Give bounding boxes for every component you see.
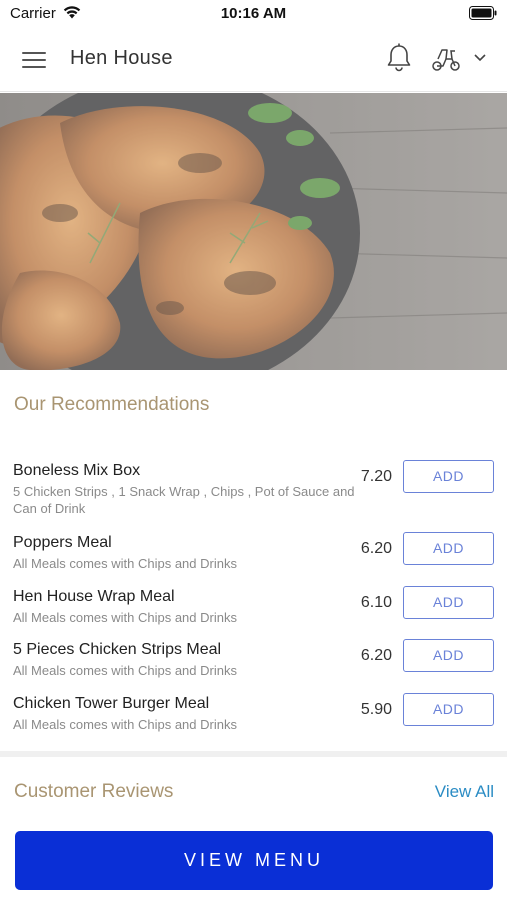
battery-icon xyxy=(469,6,497,20)
item-price: 5.90 xyxy=(360,701,392,718)
item-price: 6.20 xyxy=(360,647,392,664)
hero-image xyxy=(0,93,507,370)
bell-icon[interactable] xyxy=(384,42,414,74)
add-button[interactable]: ADD xyxy=(403,532,494,565)
reviews-title: Customer Reviews xyxy=(14,781,174,802)
item-description: All Meals comes with Chips and Drinks xyxy=(13,717,237,732)
view-menu-button[interactable]: VIEW MENU xyxy=(15,831,493,890)
view-all-link[interactable]: View All xyxy=(435,782,494,802)
item-description: All Meals comes with Chips and Drinks xyxy=(13,610,237,625)
item-description: All Meals comes with Chips and Drinks xyxy=(13,556,237,571)
add-button[interactable]: ADD xyxy=(403,460,494,493)
app-header: Hen House xyxy=(0,28,507,92)
recommendations-title: Our Recommendations xyxy=(14,394,210,415)
roast-chicken-photo xyxy=(0,93,507,370)
item-description: 5 Chicken Strips , 1 Snack Wrap , Chips … xyxy=(13,484,355,516)
add-button[interactable]: ADD xyxy=(403,639,494,672)
status-time: 10:16 AM xyxy=(220,5,287,22)
item-name: 5 Pieces Chicken Strips Meal xyxy=(13,641,222,658)
page-title: Hen House xyxy=(70,47,173,69)
menu-icon[interactable] xyxy=(22,48,48,70)
item-name: Chicken Tower Burger Meal xyxy=(13,695,210,712)
item-price: 7.20 xyxy=(360,468,392,485)
item-name: Hen House Wrap Meal xyxy=(13,588,175,605)
item-description: All Meals comes with Chips and Drinks xyxy=(13,663,237,678)
add-button[interactable]: ADD xyxy=(403,693,494,726)
scooter-icon[interactable] xyxy=(430,46,462,72)
item-price: 6.10 xyxy=(360,594,392,611)
chevron-down-icon[interactable] xyxy=(472,52,488,64)
section-divider xyxy=(0,751,507,757)
status-bar: Carrier 10:16 AM xyxy=(0,0,507,28)
item-price: 6.20 xyxy=(360,540,392,557)
add-button[interactable]: ADD xyxy=(403,586,494,619)
item-name: Boneless Mix Box xyxy=(13,462,141,479)
item-name: Poppers Meal xyxy=(13,534,112,551)
